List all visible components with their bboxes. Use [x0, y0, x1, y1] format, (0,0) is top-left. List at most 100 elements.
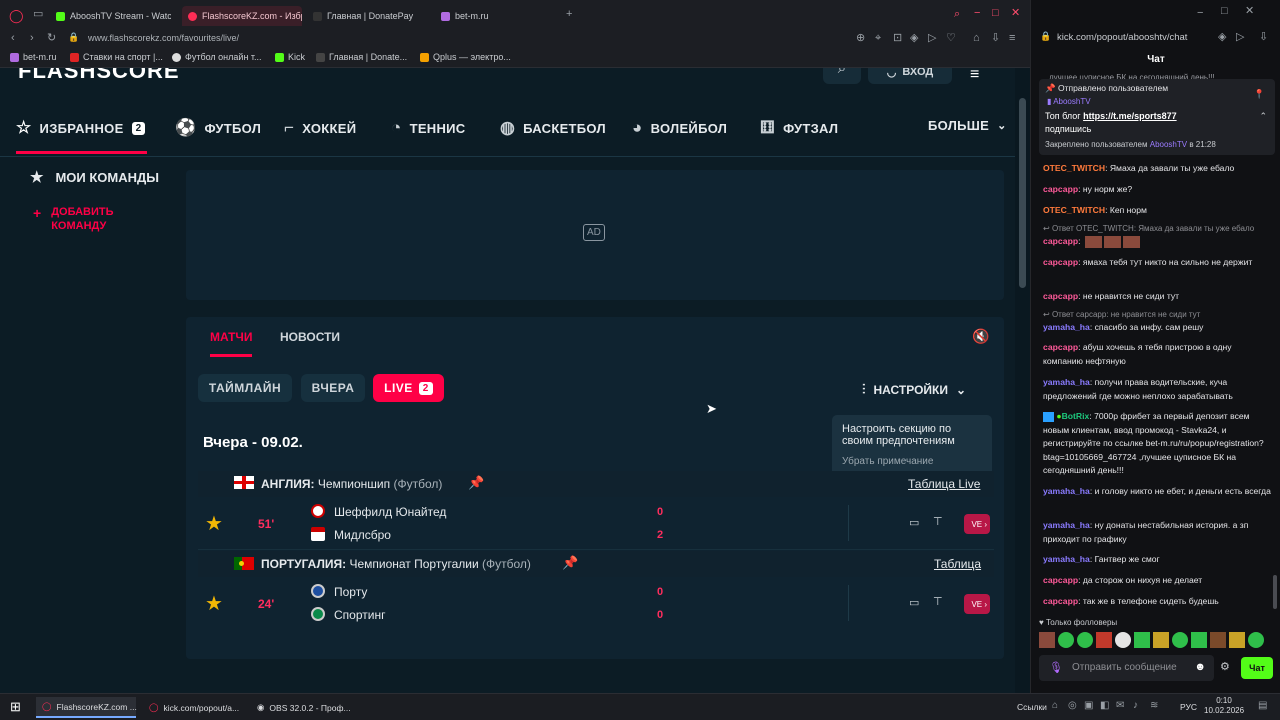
chat-username[interactable]: сарсарр — [1043, 291, 1078, 301]
forward-icon[interactable]: › — [30, 33, 34, 44]
notifications-icon[interactable]: ▤ — [1258, 701, 1267, 711]
filter-live[interactable]: LIVE 2 — [373, 374, 444, 402]
emote-icon[interactable] — [1172, 632, 1188, 648]
chat-message[interactable]: yamaha_ha: спасибо за инфу. сам решу — [1043, 321, 1271, 335]
bookmark-kick[interactable]: Kick — [275, 52, 305, 62]
chat-scrollbar[interactable] — [1273, 575, 1277, 609]
taskbar-item-kick[interactable]: ◯ kick.com/popout/a... — [143, 697, 245, 718]
favorite-star-icon[interactable]: ★ — [205, 511, 223, 536]
reload-icon[interactable]: ↻ — [47, 33, 56, 44]
live-match-button[interactable]: VE › — [964, 594, 990, 614]
chat-message[interactable]: ●BotRix: 7000р фрибет за первый депозит … — [1043, 410, 1271, 478]
chat-message[interactable]: yamaha_ha: и голову никто не ебет, и ден… — [1043, 485, 1271, 499]
taskbar-item-flashscore[interactable]: ◯ FlashscoreKZ.com ... — [36, 697, 137, 718]
tab-news[interactable]: НОВОСТИ — [280, 330, 340, 344]
chat-url[interactable]: kick.com/popout/abooshtv/chat — [1057, 32, 1187, 43]
tooltip-dismiss-link[interactable]: Убрать примечание — [842, 456, 982, 467]
nav-volleyball[interactable]: ◕ ВОЛЕЙБОЛ — [632, 118, 727, 138]
scrollbar-thumb[interactable] — [1019, 98, 1026, 288]
home-team[interactable]: Шеффилд Юнайтед — [334, 505, 446, 519]
tv-icon[interactable]: ▭ — [909, 596, 919, 609]
chat-message[interactable]: сарсарр: абуш хочешь я тебя пристрою в о… — [1043, 341, 1271, 368]
nav-favorites[interactable]: ☆ ИЗБРАННОЕ 2 — [16, 118, 146, 138]
chat-username[interactable]: сарсарр — [1043, 236, 1078, 246]
chat-username[interactable]: сарсарр — [1043, 184, 1078, 194]
pin-icon[interactable]: 📌 — [468, 475, 484, 491]
emote-icon[interactable] — [1039, 632, 1055, 648]
opera-logo-icon[interactable]: ◯ — [9, 9, 24, 22]
chat-input[interactable]: 🎙 Отправить сообщение ☻ — [1039, 655, 1214, 681]
chat-username[interactable]: OTEC_TWITCH — [1043, 205, 1105, 215]
bookmark-betm[interactable]: bet-m.ru — [10, 52, 57, 62]
jersey-icon[interactable]: ⊤ — [933, 515, 943, 528]
add-team-link[interactable]: + ДОБАВИТЬ КОМАНДУ — [33, 205, 121, 233]
home-icon[interactable]: ⌂ — [973, 33, 980, 44]
chat-username[interactable]: OTEC_TWITCH — [1043, 163, 1105, 173]
nav-basketball[interactable]: ◍ БАСКЕТБОЛ — [500, 118, 606, 138]
chat-username[interactable]: yamaha_ha — [1043, 520, 1090, 530]
chat-username[interactable]: сарсарр — [1043, 342, 1078, 352]
chat-message[interactable]: yamaha_ha: получи права водительские, ку… — [1043, 376, 1271, 403]
chat-message[interactable]: сарсарр: ну норм же? — [1043, 183, 1271, 197]
url-field[interactable]: www.flashscorekz.com/favourites/live/ — [88, 33, 239, 43]
emote-icon[interactable] — [1153, 632, 1169, 648]
wifi-icon[interactable]: ≋ — [1150, 701, 1158, 711]
download-icon[interactable]: ⇩ — [1259, 32, 1268, 43]
maximize-icon[interactable]: □ — [992, 8, 999, 19]
search-icon[interactable]: ⌕ — [954, 9, 960, 20]
tray-links[interactable]: Ссылки — [1017, 702, 1047, 712]
chat-username[interactable]: сарсарр — [1043, 257, 1078, 267]
emote-icon[interactable] — [1058, 632, 1074, 648]
emoji-icon[interactable]: ☻ — [1194, 661, 1206, 673]
collapse-icon[interactable]: ⌃ — [1259, 111, 1267, 122]
close-icon[interactable]: ✕ — [1245, 6, 1254, 17]
emote-icon[interactable] — [1229, 632, 1245, 648]
tray-app-icon[interactable]: ✉ — [1116, 701, 1124, 711]
emote-icon[interactable] — [1191, 632, 1207, 648]
chat-message[interactable]: OTEC_TWITCH: Кеп норм — [1043, 204, 1271, 218]
site-search-button[interactable]: ⌕ — [823, 68, 861, 84]
emote-icon[interactable] — [1210, 632, 1226, 648]
page-scrollbar[interactable] — [1015, 68, 1030, 693]
nav-football[interactable]: ⚽ ФУТБОЛ — [175, 118, 261, 138]
jersey-icon[interactable]: ⊤ — [933, 595, 943, 608]
tray-app-icon[interactable]: ◎ — [1068, 701, 1077, 711]
bookmark-stavki[interactable]: Ставки на спорт |... — [70, 52, 163, 62]
pinned-link[interactable]: https://t.me/sports877 — [1083, 111, 1177, 121]
zoom-icon[interactable]: ⊕ — [856, 33, 865, 44]
gear-icon[interactable]: ⚙ — [1220, 662, 1230, 673]
close-icon[interactable]: ✕ — [1011, 8, 1020, 19]
chat-message[interactable]: yamaha_ha: Гантвер же смог — [1043, 553, 1271, 567]
chat-message[interactable]: сарсарр: ямаха тебя тут никто на сильно … — [1043, 256, 1271, 270]
snapshot-icon[interactable]: ⊡ — [893, 33, 902, 44]
bookmark-qplus[interactable]: Qplus — электро... — [420, 52, 511, 62]
tab-donatepay[interactable]: Главная | DonatePay — [313, 6, 428, 26]
download-icon[interactable]: ⇩ — [991, 33, 1000, 44]
taskbar-item-obs[interactable]: ◉ OBS 32.0.2 - Проф... — [251, 697, 351, 718]
chat-username[interactable]: BotRix — [1062, 411, 1090, 421]
chat-message[interactable]: сарсарр: не нравится не сиди тут — [1043, 290, 1271, 304]
chat-username[interactable]: yamaha_ha — [1043, 322, 1090, 332]
send-chat-button[interactable]: Чат — [1241, 657, 1273, 679]
tray-app-icon[interactable]: ◧ — [1100, 701, 1109, 711]
bookmark-football[interactable]: Футбол онлайн т... — [172, 52, 262, 62]
nav-hockey[interactable]: ⌐ ХОККЕЙ — [284, 118, 356, 138]
chat-reply-context[interactable]: ↩ Ответ OTEC_TWITCH: Ямаха да завали ты … — [1043, 224, 1254, 233]
hamburger-icon[interactable]: ≡ — [970, 68, 979, 84]
chat-message[interactable]: сарсарр: — [1043, 235, 1271, 249]
away-team[interactable]: Спортинг — [334, 608, 385, 622]
nav-more[interactable]: БОЛЬШЕ ⌄ — [928, 118, 1007, 133]
tray-app-icon[interactable]: ▣ — [1084, 701, 1093, 711]
tab-flashscore[interactable]: FlashscoreKZ.com - Избр — [182, 6, 302, 26]
pin-icon[interactable]: 📌 — [562, 555, 578, 571]
heart-icon[interactable]: ♡ — [946, 33, 956, 44]
tab-kick[interactable]: AbooshTV Stream - Watch — [56, 6, 171, 26]
chat-username[interactable]: сарсарр — [1043, 575, 1078, 585]
pin-icon[interactable]: ⌖ — [875, 33, 881, 44]
emote-icon[interactable] — [1077, 632, 1093, 648]
site-logo[interactable]: FLASHSCORE — [18, 68, 180, 84]
chat-username[interactable]: сарсарр — [1043, 596, 1078, 606]
league-title[interactable]: ПОРТУГАЛИЯ: Чемпионат Португалии (Футбол… — [261, 557, 531, 571]
favorite-star-icon[interactable]: ★ — [205, 591, 223, 616]
nav-futsal[interactable]: ⚅ ФУТЗАЛ — [760, 118, 838, 138]
